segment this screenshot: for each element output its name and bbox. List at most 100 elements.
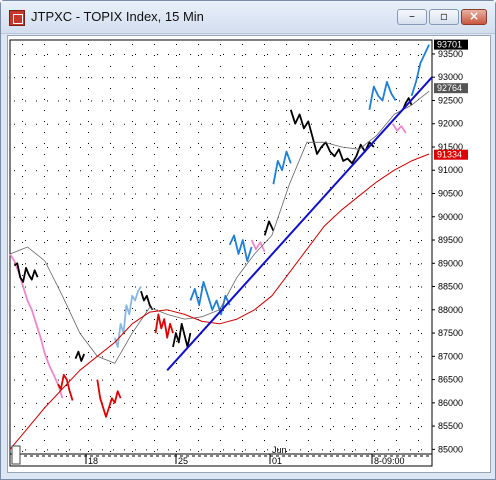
grid-dot [333, 170, 334, 172]
grid-dot [264, 55, 265, 56]
grid-dot [176, 264, 177, 265]
grid-dot [286, 110, 287, 111]
grid-dot [330, 132, 331, 133]
grid-dot [88, 330, 89, 331]
grid-dot [36, 193, 37, 195]
y-tick-label: 92000 [438, 119, 463, 129]
grid-dot [44, 440, 45, 441]
grid-dot [157, 123, 158, 125]
grid-dot [352, 396, 353, 397]
y-tick-label: 85500 [438, 421, 463, 431]
grid-dot [176, 407, 177, 408]
grid-dot [289, 146, 290, 148]
grid-dot [242, 275, 243, 276]
grid-dot [132, 286, 133, 287]
grid-dot [396, 374, 397, 375]
grid-dot [58, 402, 59, 404]
grid-dot [220, 385, 221, 386]
grid-dot [168, 100, 169, 102]
grid-dot [135, 309, 136, 311]
grid-dot [421, 333, 422, 335]
grid-dot [69, 170, 70, 172]
maximize-button[interactable]: ▫ [429, 9, 459, 25]
grid-dot [311, 193, 312, 195]
grid-dot [352, 440, 353, 441]
grid-dot [212, 449, 213, 451]
grid-dot [135, 426, 136, 428]
chart-area[interactable]: 85000 85500 86000 86500 87000 87500 88000 88500… [7, 35, 491, 473]
grid-dot [69, 123, 70, 125]
app-icon[interactable] [9, 10, 25, 26]
grid-dot [91, 309, 92, 311]
grid-dot [201, 379, 202, 381]
grid-dot [308, 253, 309, 254]
grid-dot [330, 165, 331, 166]
grid-dot [418, 44, 419, 45]
grid-dot [66, 154, 67, 155]
grid-dot [352, 253, 353, 254]
grid-dot [377, 100, 378, 102]
grid-dot [418, 264, 419, 265]
grid-dot [330, 44, 331, 45]
grid-dot [355, 309, 356, 311]
grid-dot [168, 77, 169, 79]
grid-dot [366, 286, 367, 288]
y-tick-label: 92500 [438, 95, 463, 105]
grid-dot [355, 263, 356, 265]
grid-dot [308, 297, 309, 298]
grid-dot [36, 449, 37, 451]
grid-dot [399, 449, 400, 451]
grid-dot [88, 176, 89, 177]
grid-dot [278, 309, 279, 311]
grid-dot [300, 263, 301, 265]
grid-dot [355, 53, 356, 55]
grid-dot [308, 451, 309, 452]
grid-dot [264, 44, 265, 45]
grid-dot [418, 374, 419, 375]
grid-dot [311, 100, 312, 102]
grid-dot [102, 123, 103, 125]
y-tick-label: 88500 [438, 282, 463, 292]
grid-dot [66, 319, 67, 320]
grid-dot [418, 407, 419, 408]
grid-dot [220, 132, 221, 133]
grid-dot [333, 333, 334, 335]
minimize-button[interactable]: – [397, 9, 427, 25]
grid-dot [132, 198, 133, 199]
grid-dot [388, 216, 389, 218]
grid-dot [154, 253, 155, 254]
price-chart[interactable]: 85000 85500 86000 86500 87000 87500 88000 88500… [8, 36, 490, 472]
grid-dot [132, 429, 133, 430]
grid-dot [44, 286, 45, 287]
grid-dot [410, 426, 411, 428]
grid-dot [110, 88, 111, 89]
grid-dot [308, 330, 309, 331]
grid-dot [223, 356, 224, 358]
close-button[interactable]: × [461, 9, 487, 25]
grid-dot [88, 209, 89, 210]
grid-dot [47, 170, 48, 172]
grid-dot [308, 55, 309, 56]
grid-dot [286, 176, 287, 177]
grid-dot [44, 231, 45, 232]
grid-dot [355, 426, 356, 428]
grid-dot [154, 143, 155, 144]
grid-dot [333, 309, 334, 311]
grid-dot [69, 449, 70, 451]
grid-dot [220, 363, 221, 364]
grid-dot [190, 77, 191, 79]
title-bar[interactable]: JTPXC - TOPIX Index, 15 Min – ▫ × [1, 1, 495, 34]
grid-dot [308, 407, 309, 408]
grid-dot [264, 99, 265, 100]
grid-dot [421, 379, 422, 381]
grid-dot [366, 193, 367, 195]
grid-dot [242, 374, 243, 375]
grid-dot [80, 240, 81, 242]
grid-dot [234, 123, 235, 125]
grid-dot [69, 240, 70, 242]
grid-dot [264, 253, 265, 254]
grid-dot [44, 88, 45, 89]
grid-dot [135, 379, 136, 381]
grid-dot [322, 53, 323, 55]
grid-dot [135, 170, 136, 172]
